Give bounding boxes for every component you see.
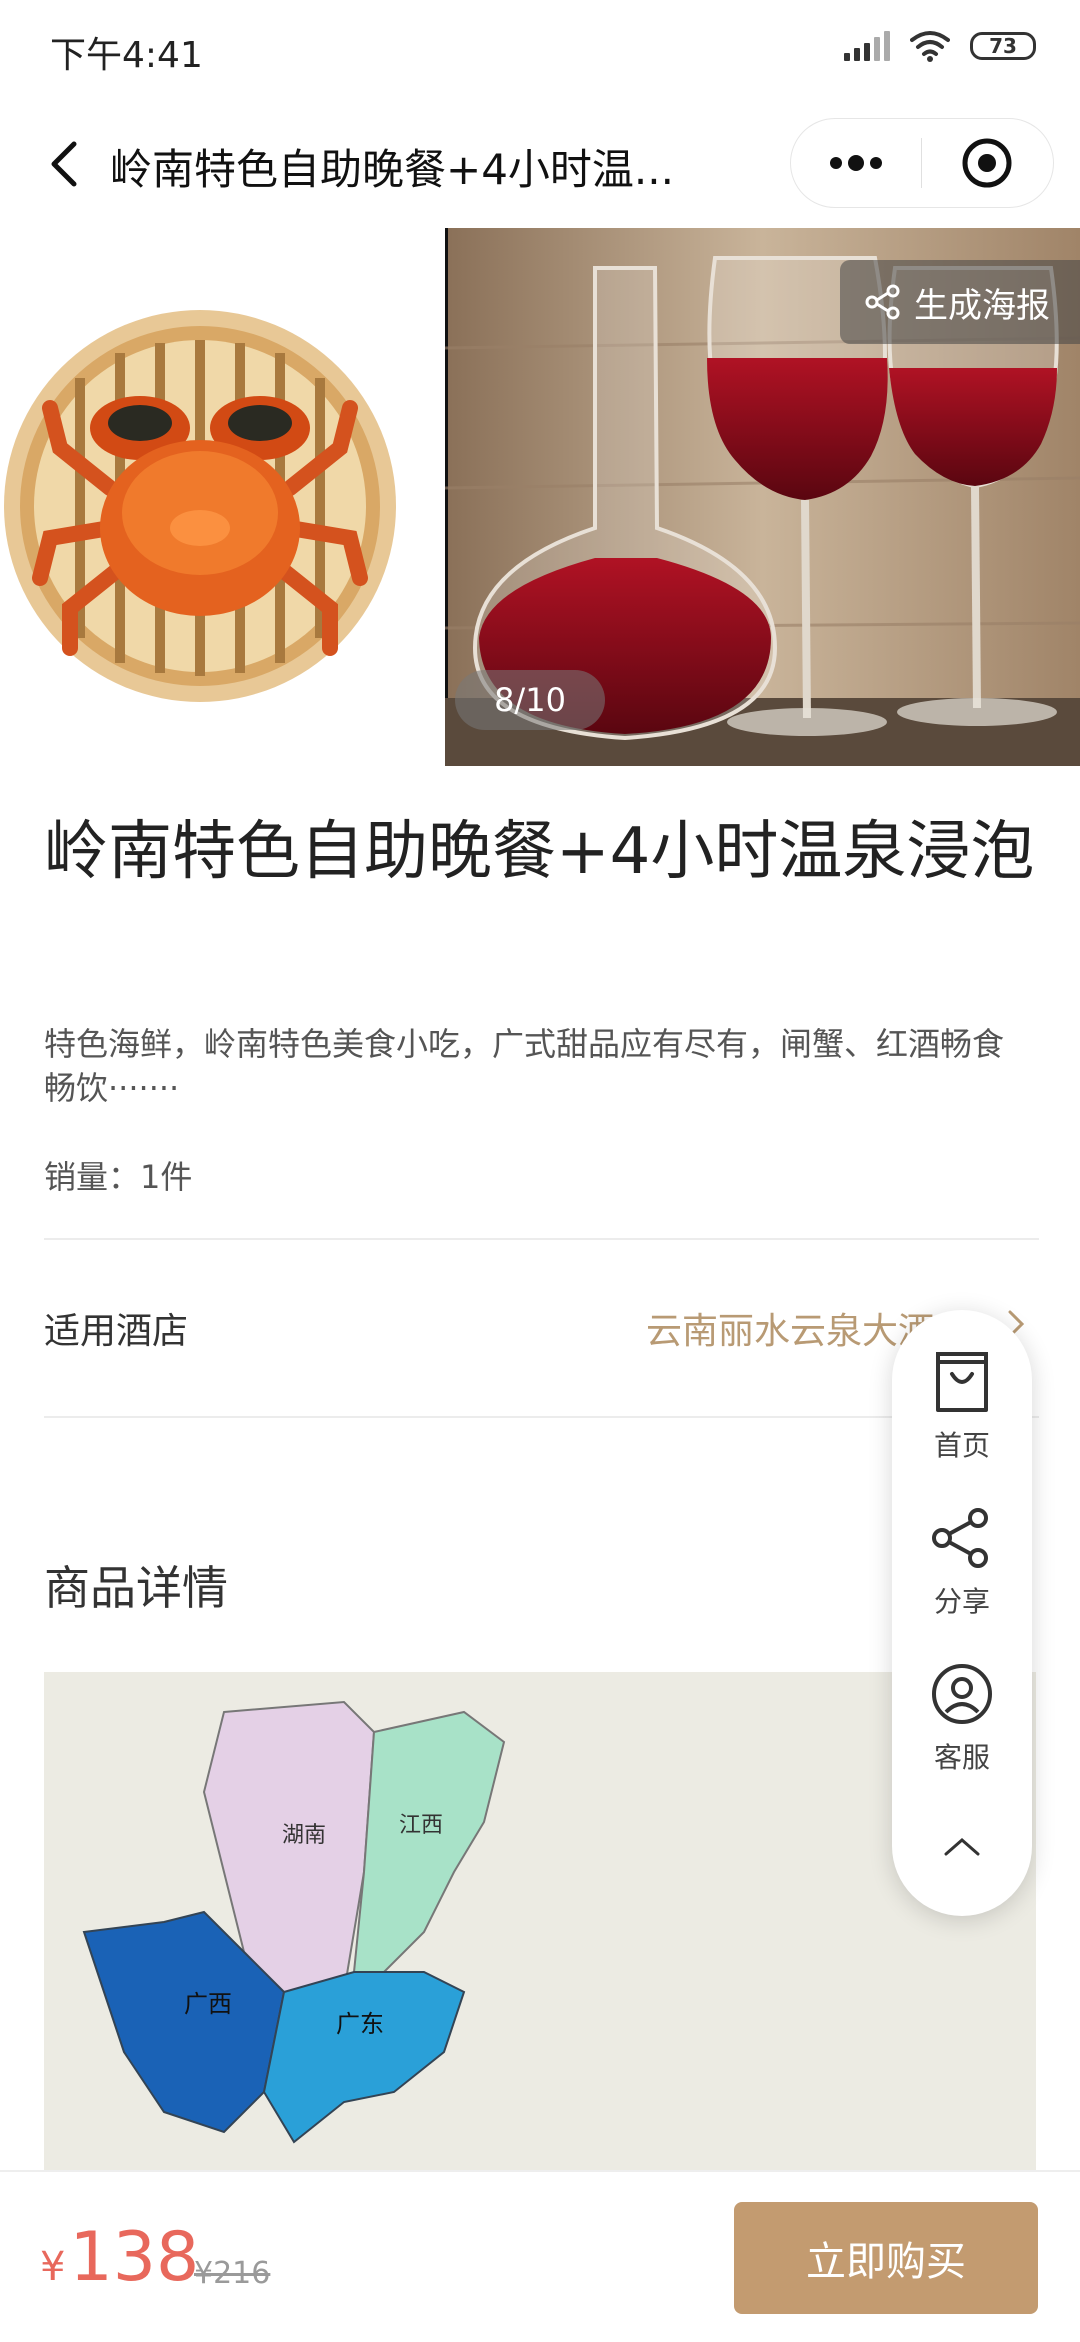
miniprogram-capsule — [790, 118, 1054, 208]
buy-now-button[interactable]: 立即购买 — [734, 2202, 1038, 2314]
chevron-left-icon — [51, 141, 77, 187]
image-counter: 8/10 — [455, 670, 605, 730]
generate-poster-button[interactable]: 生成海报 — [840, 260, 1080, 344]
nav-bar: 岭南特色自助晚餐+4小时温... — [0, 100, 1080, 228]
scroll-top-button[interactable] — [892, 1834, 1032, 1862]
status-bar: 下午4:41 73 — [0, 0, 1080, 100]
map-label-guangxi: 广西 — [184, 1990, 232, 2018]
bag-icon — [936, 1352, 988, 1412]
detail-map-image: 湖南 江西 广西 广东 — [44, 1672, 1036, 2172]
status-icons: 73 — [844, 30, 1036, 62]
map-label-hunan: 湖南 — [282, 1823, 326, 1848]
product-gallery[interactable]: 生成海报 8/10 — [0, 228, 1080, 766]
page-title: 岭南特色自助晚餐+4小时温... — [110, 145, 674, 194]
sales-count: 销量：1件 — [44, 1158, 193, 1196]
share-icon — [932, 1508, 988, 1568]
share-icon — [865, 284, 900, 320]
product-description: 特色海鲜，岭南特色美食小吃，广式甜品应有尽有，闸蟹、红酒畅食畅饮······· — [44, 1025, 1005, 1107]
target-close-icon — [962, 138, 1012, 188]
wifi-icon — [910, 31, 950, 62]
poster-label: 生成海报 — [914, 285, 1050, 326]
customer-service-icon — [932, 1664, 992, 1724]
currency-symbol: ¥ — [40, 2244, 66, 2290]
signal-icon — [844, 31, 890, 61]
product-title: 岭南特色自助晚餐+4小时温泉浸泡 — [44, 815, 1035, 889]
floating-menu: 首页 分享 客服 — [892, 1310, 1032, 1916]
battery-indicator: 73 — [970, 32, 1036, 60]
crab-image — [0, 228, 445, 766]
divider — [44, 1416, 1039, 1418]
original-price: ¥216 — [194, 2256, 271, 2291]
close-miniprogram-button[interactable] — [922, 119, 1052, 207]
map-label-jiangxi: 江西 — [399, 1813, 443, 1838]
float-share-button[interactable]: 分享 — [892, 1506, 1032, 1620]
detail-heading: 商品详情 — [44, 1561, 228, 1615]
back-button[interactable] — [34, 132, 98, 196]
float-service-button[interactable]: 客服 — [892, 1662, 1032, 1776]
more-dots-icon — [830, 155, 882, 171]
price-value: 138 — [69, 2218, 200, 2297]
float-share-label: 分享 — [933, 1585, 990, 1618]
float-home-label: 首页 — [933, 1429, 990, 1462]
float-home-button[interactable]: 首页 — [892, 1350, 1032, 1464]
bottom-bar: ¥ 138 ¥216 立即购买 — [0, 2170, 1080, 2342]
more-button[interactable] — [791, 119, 921, 207]
map-label-guangdong: 广东 — [336, 2010, 384, 2038]
chevron-up-icon — [944, 1838, 980, 1856]
float-service-label: 客服 — [933, 1741, 990, 1774]
status-time: 下午4:41 — [50, 35, 203, 76]
hotel-label: 适用酒店 — [44, 1311, 189, 1352]
price: ¥ 138 — [40, 2218, 199, 2297]
